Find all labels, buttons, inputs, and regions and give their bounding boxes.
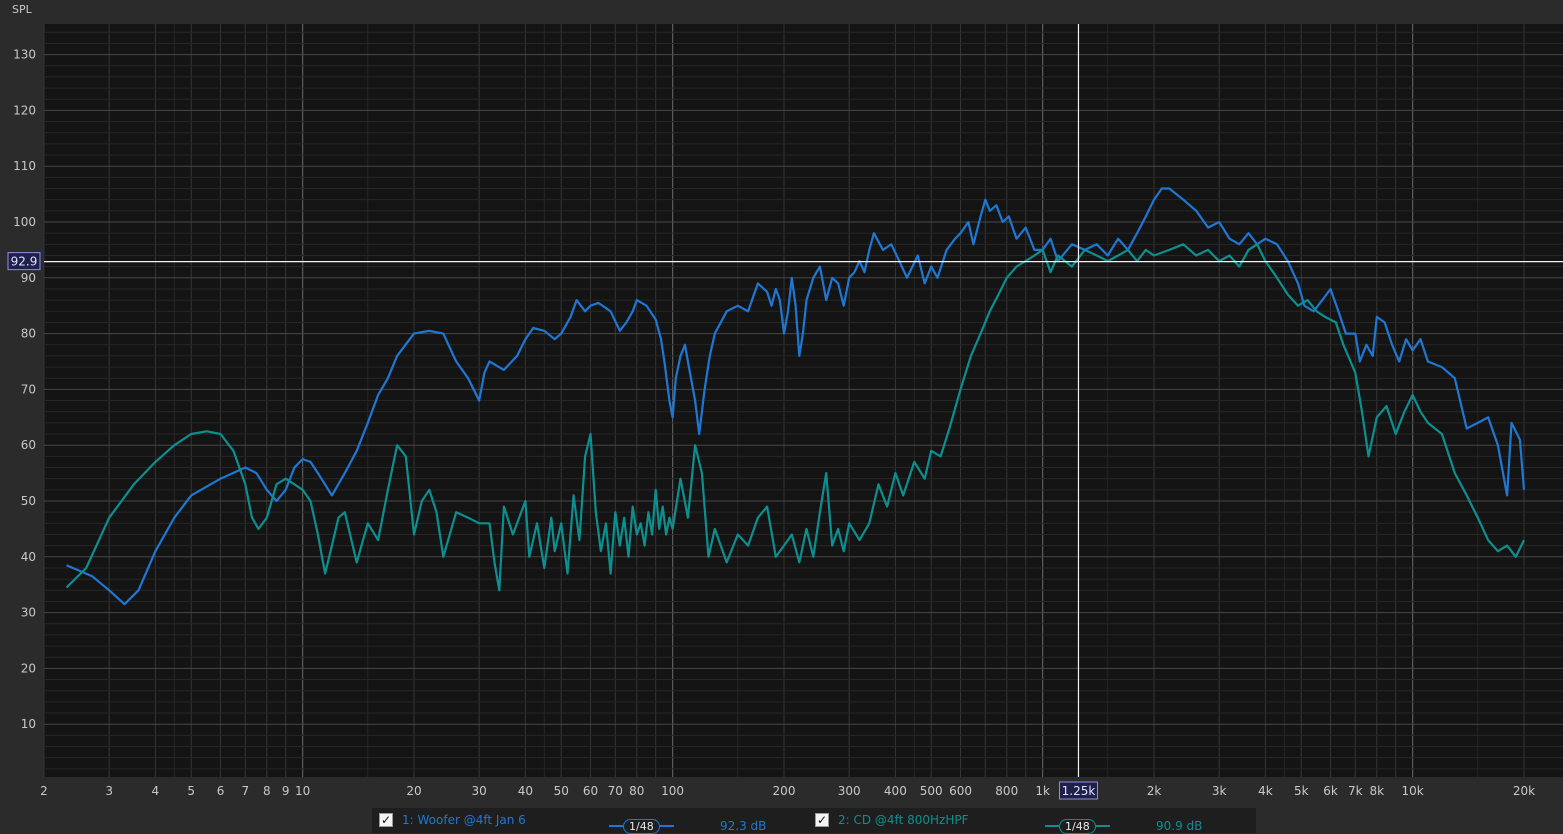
x-tick-label: 10k — [1402, 784, 1424, 798]
x-tick-label: 2 — [40, 784, 48, 798]
y-tick-label: 10 — [21, 717, 36, 731]
y-tick-label: 80 — [21, 327, 36, 341]
x-tick-label: 4 — [152, 784, 160, 798]
y-tick-label: 90 — [21, 271, 36, 285]
x-tick-label: 8 — [263, 784, 271, 798]
x-tick-label: 3k — [1212, 784, 1227, 798]
x-tick-label: 200 — [773, 784, 796, 798]
spl-woofer: 92.3 dB — [720, 819, 767, 833]
y-tick-label: 70 — [21, 382, 36, 396]
smoothing-value-cd: 1/48 — [1059, 818, 1096, 834]
x-tick-label: 600 — [949, 784, 972, 798]
x-tick-label: 7 — [241, 784, 249, 798]
x-tick-label: 70 — [608, 784, 623, 798]
y-tick-label: 110 — [13, 159, 36, 173]
smoothing-cd[interactable]: 1/48 — [1045, 818, 1110, 834]
checkbox-cd[interactable]: ✓ — [815, 813, 829, 827]
x-tick-label: 3 — [105, 784, 113, 798]
x-tick-label: 20k — [1513, 784, 1535, 798]
y-tick-label: 100 — [13, 215, 36, 229]
legend-label-cd: 2: CD @4ft 800HzHPF — [838, 813, 969, 827]
x-tick-label: 6 — [217, 784, 225, 798]
x-tick-label: 5 — [187, 784, 195, 798]
x-tick-label: 1k — [1035, 784, 1050, 798]
spl-cd: 90.9 dB — [1156, 819, 1203, 833]
x-tick-label: 400 — [884, 784, 907, 798]
smoothing-value-woofer: 1/48 — [623, 818, 660, 834]
y-tick-label: 130 — [13, 48, 36, 62]
x-tick-label: 60 — [583, 784, 598, 798]
y-tick-label: 30 — [21, 606, 36, 620]
x-tick-label: 50 — [554, 784, 569, 798]
x-tick-label: 30 — [472, 784, 487, 798]
x-tick-label: 300 — [838, 784, 861, 798]
x-tick-label: 80 — [629, 784, 644, 798]
legend-item-woofer[interactable]: ✓ 1: Woofer @4ft Jan 6 — [379, 811, 526, 829]
y-tick-label: 60 — [21, 438, 36, 452]
smoothing-woofer[interactable]: 1/48 — [609, 818, 674, 834]
y-axis-title: SPL — [12, 3, 32, 16]
y-tick-label: 50 — [21, 494, 36, 508]
x-tick-label: 8k — [1369, 784, 1384, 798]
x-tick-label: 2k — [1147, 784, 1162, 798]
smoothing-line-right — [659, 825, 674, 827]
x-tick-label: 40 — [518, 784, 533, 798]
smoothing-line-right — [1095, 825, 1110, 827]
x-tick-label: 7k — [1348, 784, 1363, 798]
x-tick-label: 20 — [406, 784, 421, 798]
cursor-y-value: 92.9 — [11, 255, 38, 269]
y-tick-label: 40 — [21, 550, 36, 564]
x-tick-label: 800 — [995, 784, 1018, 798]
x-tick-label: 4k — [1258, 784, 1273, 798]
legend-item-cd[interactable]: ✓ 2: CD @4ft 800HzHPF — [815, 811, 968, 829]
cursor-x-value: 1.25k — [1062, 784, 1096, 798]
x-tick-label: 500 — [920, 784, 943, 798]
smoothing-line-left — [609, 825, 623, 827]
x-tick-label: 6k — [1323, 784, 1338, 798]
frequency-response-plot[interactable]: 92.9 1.25k 10 20 30 40 50 60 70 80 90 100 110 120 130… — [0, 0, 1563, 833]
x-tick-label: 10 — [295, 784, 310, 798]
x-tick-label: 9 — [282, 784, 290, 798]
y-tick-label: 20 — [21, 661, 36, 675]
checkbox-woofer[interactable]: ✓ — [379, 813, 393, 827]
smoothing-line-left — [1045, 825, 1059, 827]
x-tick-label: 100 — [661, 784, 684, 798]
x-tick-label: 5k — [1294, 784, 1309, 798]
legend-label-woofer: 1: Woofer @4ft Jan 6 — [402, 813, 526, 827]
y-tick-label: 120 — [13, 103, 36, 117]
